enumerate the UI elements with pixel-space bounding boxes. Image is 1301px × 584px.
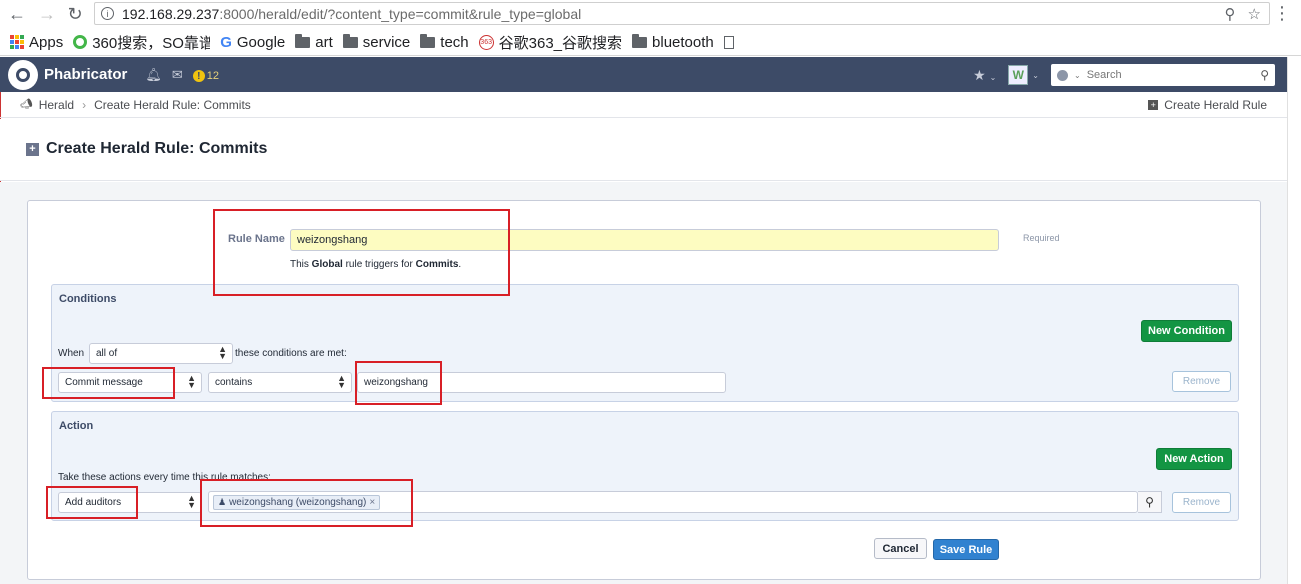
remove-action-button[interactable]: Remove xyxy=(1172,492,1231,513)
rule-name-label: Rule Name xyxy=(228,233,285,245)
apps-grid-icon xyxy=(10,35,24,49)
bookmark-service[interactable]: service xyxy=(342,33,411,51)
url-host: 192.168.29.237 xyxy=(122,5,220,22)
new-condition-button[interactable]: New Condition xyxy=(1141,320,1232,342)
bookmark-blank-page[interactable] xyxy=(723,35,734,49)
app-name[interactable]: Phabricator xyxy=(44,66,127,83)
condition-operator-select[interactable]: contains ▲ ▼ xyxy=(208,372,352,393)
when-label: When xyxy=(58,348,85,359)
bookmark-apps[interactable]: Apps xyxy=(10,34,63,51)
new-action-button[interactable]: New Action xyxy=(1156,448,1232,470)
rule-form: Rule Name weizongshang Required This Glo… xyxy=(27,200,1261,580)
google-icon: G xyxy=(220,33,232,51)
required-hint: Required xyxy=(1023,233,1060,243)
tokenizer-search-icon[interactable]: ⚲ xyxy=(1138,491,1162,513)
page-title: Create Herald Rule: Commits xyxy=(46,140,268,157)
conditions-section: Conditions New Condition When all of ▲ ▼ t… xyxy=(51,284,1239,402)
actions-heading: Action xyxy=(59,420,94,432)
condition-match-select[interactable]: all of ▲ ▼ xyxy=(89,343,233,364)
global-search[interactable]: ⌄ Search ⚲ xyxy=(1051,64,1275,86)
token-remove-icon[interactable]: × xyxy=(369,497,375,508)
bookmark-label: service xyxy=(362,33,411,51)
bookmark-google[interactable]: G Google xyxy=(220,34,285,51)
user-icon: ♟ xyxy=(218,497,227,507)
bookmarks-bar: Apps 360搜索，SO靠谱 G Google art service tec… xyxy=(0,29,1301,56)
app-header: Phabricator 🔔︎ ✉ ! 12 ★ ⌄ W ⌄ ⌄ Search ⚲ xyxy=(0,57,1287,92)
folder-icon xyxy=(295,33,311,48)
select-arrows-icon: ▲ ▼ xyxy=(218,344,227,361)
condition-field-select[interactable]: Commit message ▲ ▼ xyxy=(58,372,202,393)
rule-name-input[interactable]: weizongshang xyxy=(290,229,999,251)
actions-intro: Take these actions every time this rule … xyxy=(58,472,271,483)
create-herald-rule-link[interactable]: + Create Herald Rule xyxy=(1148,98,1267,112)
megaphone-icon: 📣︎ xyxy=(20,99,33,110)
crumb-current: Create Herald Rule: Commits xyxy=(94,97,251,112)
notification-count: 12 xyxy=(206,69,220,82)
rule-trigger-description: This Global rule triggers for Commits. xyxy=(290,259,462,270)
crumb-separator-icon: › xyxy=(82,97,87,112)
save-rule-button[interactable]: Save Rule xyxy=(933,539,999,560)
cancel-button[interactable]: Cancel xyxy=(874,538,927,559)
select-arrows-icon: ▲ ▼ xyxy=(187,373,196,390)
bookmark-363[interactable]: 363 谷歌363_谷歌搜索 xyxy=(478,32,623,53)
token-label: weizongshang (weizongshang) xyxy=(229,497,367,508)
crumb-herald[interactable]: Herald xyxy=(39,98,74,112)
bookmark-label: 360搜索，SO靠谱 xyxy=(92,34,211,52)
favorites-star-icon[interactable]: ★ ⌄ xyxy=(973,67,996,84)
actions-section: Action New Action Take these actions eve… xyxy=(51,411,1239,521)
bookmark-label: tech xyxy=(440,33,469,51)
conditions-met-label: these conditions are met: xyxy=(235,348,347,359)
back-arrow-icon[interactable]: ← xyxy=(4,1,30,27)
zoom-icon[interactable]: ⚲ xyxy=(1225,5,1236,23)
app-badge: W xyxy=(1008,65,1029,85)
reload-icon[interactable]: ↻ xyxy=(62,1,88,27)
search-input[interactable]: Search xyxy=(1087,69,1255,81)
condition-value-input[interactable]: weizongshang xyxy=(357,372,726,393)
bookmark-bluetooth[interactable]: bluetooth xyxy=(632,33,714,51)
360-search-icon xyxy=(73,35,88,49)
browser-menu-icon[interactable]: ⋮ xyxy=(1273,3,1291,24)
bookmark-star-icon[interactable]: ☆ xyxy=(1248,5,1261,23)
bookmark-label: Apps xyxy=(29,33,64,51)
create-link-label: Create Herald Rule xyxy=(1164,98,1267,112)
select-arrows-icon: ▲ ▼ xyxy=(187,493,196,510)
363-icon: 363 xyxy=(478,34,494,50)
plus-square-icon: + xyxy=(1148,100,1159,110)
user-token[interactable]: ♟ weizongshang (weizongshang) × xyxy=(213,495,381,510)
bell-icon[interactable]: 🔔︎ xyxy=(145,67,162,83)
auditor-tokenizer[interactable]: ♟ weizongshang (weizongshang) × xyxy=(208,491,1138,513)
breadcrumb: 📣︎ Herald › Create Herald Rule: Commits … xyxy=(0,92,1287,118)
url-path: :8000/herald/edit/?content_type=commit&r… xyxy=(219,5,582,22)
folder-icon xyxy=(420,33,436,48)
remove-condition-button[interactable]: Remove xyxy=(1172,371,1231,392)
search-icon[interactable]: ⚲ xyxy=(1260,68,1269,82)
page-icon xyxy=(723,35,734,49)
bookmark-art[interactable]: art xyxy=(295,33,333,51)
folder-icon xyxy=(632,33,648,48)
folder-icon xyxy=(342,33,358,48)
address-bar[interactable]: i 192.168.29.237:8000/herald/edit/?conte… xyxy=(94,2,1270,25)
globe-icon[interactable] xyxy=(1057,69,1068,81)
forward-arrow-icon[interactable]: → xyxy=(34,1,60,27)
info-icon[interactable]: i xyxy=(101,7,114,20)
search-scope-chevron-icon[interactable]: ⌄ xyxy=(1074,71,1081,80)
bookmark-label: bluetooth xyxy=(652,33,714,51)
action-type-select[interactable]: Add auditors ▲ ▼ xyxy=(58,492,202,513)
plus-square-icon: + xyxy=(26,142,39,156)
chat-icon[interactable]: ✉ xyxy=(172,67,183,83)
app-switcher[interactable]: W ⌄ xyxy=(1008,65,1039,85)
bookmark-tech[interactable]: tech xyxy=(420,33,469,51)
phabricator-logo-icon[interactable] xyxy=(8,59,38,90)
page-header: + Create Herald Rule: Commits xyxy=(0,119,1287,181)
scrollbar[interactable] xyxy=(1287,57,1301,584)
bookmark-label: 谷歌363_谷歌搜索 xyxy=(498,34,623,52)
bookmark-label: art xyxy=(315,33,333,51)
select-arrows-icon: ▲ ▼ xyxy=(337,373,346,390)
conditions-heading: Conditions xyxy=(59,293,117,305)
bookmark-label: Google xyxy=(236,33,286,51)
bookmark-360[interactable]: 360搜索，SO靠谱 xyxy=(73,32,210,53)
alert-icon[interactable]: ! 12 xyxy=(192,67,220,83)
browser-toolbar: ← → ↻ i 192.168.29.237:8000/herald/edit/… xyxy=(0,0,1301,28)
